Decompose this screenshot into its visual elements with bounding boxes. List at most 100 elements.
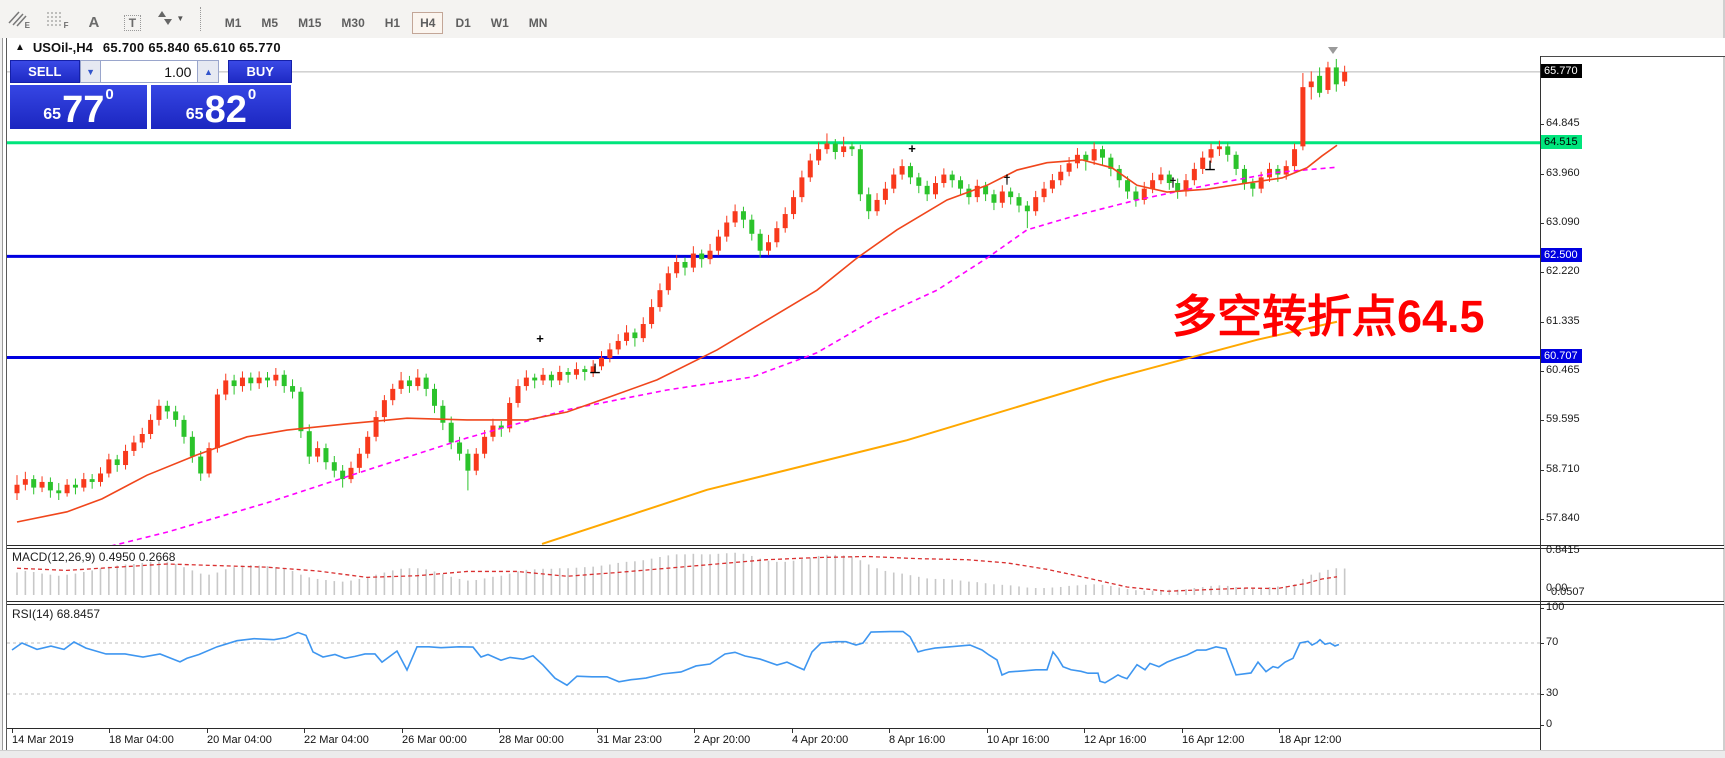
timeframe-button-h4[interactable]: H4 xyxy=(412,12,443,34)
price-tag-64.515: 64.515 xyxy=(1541,135,1582,149)
toolbar: E F A T ▼ M1M5M15M30H1H4D1W1MN xyxy=(0,0,1725,39)
macd-current-values: 0.4950 0.2668 xyxy=(99,550,176,564)
chart-title-bar: ▲ USOil-,H4 65.700 65.840 65.610 65.770 xyxy=(7,38,1725,57)
macd-indicator-label: MACD(12,26,9) 0.4950 0.2668 xyxy=(12,550,175,564)
bottom-strip xyxy=(0,750,1725,758)
collapse-triangle-icon[interactable]: ▲ xyxy=(15,42,25,53)
timeframe-bar: M1M5M15M30H1H4D1W1MN xyxy=(215,14,558,31)
timeframe-button-d1[interactable]: D1 xyxy=(447,12,478,34)
price-tick-mark xyxy=(1540,519,1544,520)
rsi-axis-label: 70 xyxy=(1546,636,1558,648)
volume-increase-button[interactable]: ▲ xyxy=(197,60,219,83)
buy-price-pips: 82 xyxy=(205,94,247,126)
price-tick-mark xyxy=(1540,124,1544,125)
fibo-lines-icon xyxy=(45,9,65,27)
rsi-tick-mark xyxy=(1540,694,1544,695)
icon-sub-letter: E xyxy=(25,21,30,30)
time-axis-label: 16 Apr 12:00 xyxy=(1182,734,1244,746)
time-axis[interactable]: 14 Mar 201918 Mar 04:0020 Mar 04:0022 Ma… xyxy=(7,729,1540,750)
buy-button[interactable]: BUY xyxy=(228,60,292,83)
time-tick-mark xyxy=(207,729,208,733)
timeframe-button-m1[interactable]: M1 xyxy=(217,12,250,34)
price-tag-60.707: 60.707 xyxy=(1541,349,1582,363)
buy-price-quote[interactable]: 65 82 0 xyxy=(151,85,291,129)
draw-arrows-icon[interactable]: ▼ xyxy=(155,4,187,32)
macd-axis-label: 0.0507 xyxy=(1551,586,1585,598)
chevron-down-icon: ▼ xyxy=(176,14,184,23)
volume-input[interactable] xyxy=(101,60,197,83)
rsi-tick-mark xyxy=(1540,643,1544,644)
rsi-current-value: 68.8457 xyxy=(57,607,100,621)
time-tick-mark xyxy=(987,729,988,733)
timeframe-button-m30[interactable]: M30 xyxy=(333,12,372,34)
sell-price-fraction: 0 xyxy=(105,87,113,102)
draw-equidistant-channel-icon[interactable]: E xyxy=(1,4,33,32)
price-tag-62.500: 62.500 xyxy=(1541,248,1582,262)
draw-text-label-icon[interactable]: T xyxy=(116,9,148,37)
rsi-tick-mark xyxy=(1540,608,1544,609)
time-tick-mark xyxy=(402,729,403,733)
price-tick-label: 62.220 xyxy=(1546,265,1580,277)
price-tick-label: 58.710 xyxy=(1546,463,1580,475)
macd-svg xyxy=(7,549,1540,601)
svg-text:+: + xyxy=(536,331,544,346)
time-tick-mark xyxy=(1182,729,1183,733)
draw-text-icon[interactable]: A xyxy=(78,9,110,37)
timeframe-button-mn[interactable]: MN xyxy=(521,12,556,34)
toolbar-separator xyxy=(200,7,202,31)
timeframe-button-w1[interactable]: W1 xyxy=(483,12,517,34)
price-tick-label: 57.840 xyxy=(1546,512,1580,524)
macd-pane-canvas[interactable]: MACD(12,26,9) 0.4950 0.2668 xyxy=(7,549,1540,601)
price-tick-mark xyxy=(1540,272,1544,273)
svg-text:†: † xyxy=(1003,172,1010,187)
price-tick-mark xyxy=(1540,420,1544,421)
rsi-name: RSI(14) xyxy=(12,607,53,621)
timeframe-button-h1[interactable]: H1 xyxy=(377,12,408,34)
time-axis-label: 18 Mar 04:00 xyxy=(109,734,174,746)
timeframe-button-m5[interactable]: M5 xyxy=(253,12,286,34)
buy-price-fraction: 0 xyxy=(248,87,256,102)
price-tick-label: 63.960 xyxy=(1546,167,1580,179)
sell-price-quote[interactable]: 65 77 0 xyxy=(10,85,147,129)
price-tick-mark xyxy=(1540,470,1544,471)
time-tick-mark xyxy=(1279,729,1280,733)
time-axis-label: 8 Apr 16:00 xyxy=(889,734,945,746)
macd-name: MACD(12,26,9) xyxy=(12,550,95,564)
time-tick-mark xyxy=(109,729,110,733)
time-axis-label: 4 Apr 20:00 xyxy=(792,734,848,746)
svg-text:†: † xyxy=(1169,175,1176,190)
rsi-pane-canvas[interactable]: RSI(14) 68.8457 xyxy=(7,605,1540,729)
time-tick-mark xyxy=(12,729,13,733)
svg-text:⊥: ⊥ xyxy=(1204,158,1215,173)
time-axis-label: 28 Mar 00:00 xyxy=(499,734,564,746)
one-click-trade-panel: SELL ▼ ▲ BUY 65 77 0 65 82 0 xyxy=(10,60,292,129)
buy-price-big-figure: 65 xyxy=(186,107,204,123)
macd-axis-label: 0.8415 xyxy=(1546,544,1580,556)
timeframe-button-m15[interactable]: M15 xyxy=(290,12,329,34)
draw-fibonacci-icon[interactable]: F xyxy=(39,4,71,32)
chart-annotation-text: 多空转折点64.5 xyxy=(1172,280,1485,345)
time-axis-label: 12 Apr 16:00 xyxy=(1084,734,1146,746)
time-tick-mark xyxy=(889,729,890,733)
arrows-icon xyxy=(157,9,173,27)
time-tick-mark xyxy=(304,729,305,733)
time-axis-label: 18 Apr 12:00 xyxy=(1279,734,1341,746)
mt4-window: E F A T ▼ M1M5M15M30H1H4D1W1MN xyxy=(0,0,1725,758)
price-axis-border xyxy=(1540,56,1541,750)
time-tick-mark xyxy=(694,729,695,733)
volume-decrease-button[interactable]: ▼ xyxy=(80,60,102,83)
price-tick-mark xyxy=(1540,322,1544,323)
time-tick-mark xyxy=(1084,729,1085,733)
time-axis-label: 10 Apr 16:00 xyxy=(987,734,1049,746)
price-tick-label: 63.090 xyxy=(1546,216,1580,228)
svg-text:⊥: ⊥ xyxy=(589,361,600,376)
price-tag-65.770: 65.770 xyxy=(1541,64,1582,78)
time-tick-mark xyxy=(792,729,793,733)
sell-button[interactable]: SELL xyxy=(10,60,80,83)
chart-shift-marker-icon[interactable] xyxy=(1328,47,1338,54)
time-axis-label: 14 Mar 2019 xyxy=(12,734,74,746)
rsi-axis-label: 100 xyxy=(1546,601,1564,613)
price-tick-label: 60.465 xyxy=(1546,364,1580,376)
time-axis-label: 2 Apr 20:00 xyxy=(694,734,750,746)
time-axis-label: 31 Mar 23:00 xyxy=(597,734,662,746)
